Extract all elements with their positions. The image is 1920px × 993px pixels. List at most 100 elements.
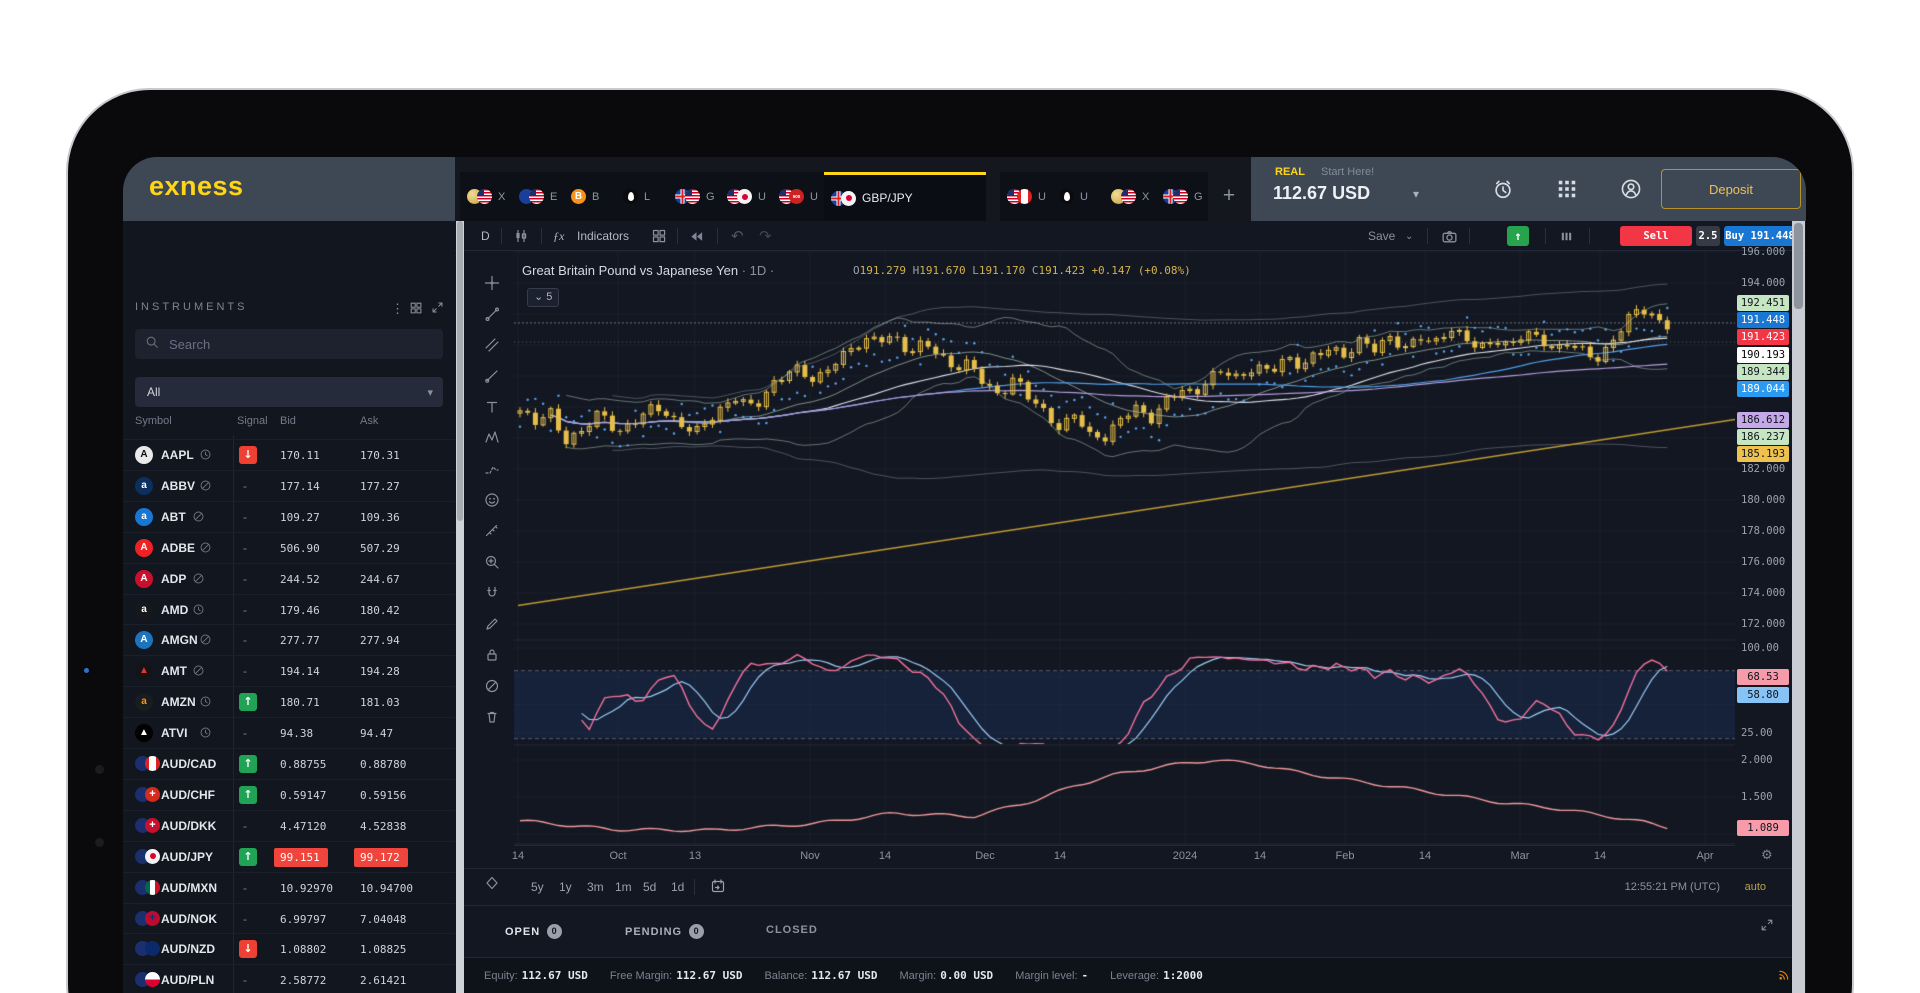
search-input[interactable] [167, 336, 411, 353]
expand-panel-icon[interactable] [1760, 918, 1774, 937]
news-feed-icon[interactable] [1777, 967, 1792, 987]
add-tab-button[interactable]: + [1215, 183, 1243, 211]
kebab-menu-icon[interactable]: ⋮ [391, 301, 404, 317]
timeframe-1d[interactable]: 1d [666, 878, 689, 896]
tab-gbp-2[interactable]: G [1156, 172, 1208, 221]
positions-tab-closed[interactable]: CLOSED [766, 924, 818, 936]
chart-type-icon[interactable] [513, 221, 529, 251]
filter-dropdown[interactable]: All ▾ [135, 377, 443, 407]
emoji-icon[interactable] [478, 486, 506, 514]
page-scrollbar[interactable] [1792, 221, 1805, 993]
redo-icon[interactable]: ↷ [759, 221, 772, 251]
instrument-row-audmxn[interactable]: AUD/MXN-10.9297010.94700 [123, 872, 455, 903]
instrument-row-audchf[interactable]: +AUD/CHF↑0.591470.59156 [123, 779, 455, 810]
save-chevron-icon[interactable]: ⌄ [1405, 221, 1413, 251]
positions-tab-open[interactable]: OPEN0 [505, 924, 562, 939]
instrument-row-abt[interactable]: aABT-109.27109.36 [123, 501, 455, 532]
deposit-button[interactable]: Deposit [1661, 169, 1801, 209]
view-grid-icon[interactable] [409, 301, 423, 320]
instrument-row-atvi[interactable]: ▲ATVI-94.3894.47 [123, 717, 455, 748]
buy-button[interactable]: Buy 191.448 [1724, 226, 1796, 246]
instrument-row-aapl[interactable]: AAAPL↓170.11170.31 [123, 439, 455, 470]
instrument-row-adp[interactable]: AADP-244.52244.67 [123, 563, 455, 594]
tab-us500[interactable]: 500U [772, 172, 824, 221]
brush-icon[interactable] [478, 362, 506, 390]
instrument-row-abbv[interactable]: aABBV-177.14177.27 [123, 470, 455, 501]
tab-oil-1[interactable]: L [616, 172, 668, 221]
axis-settings-gear-icon[interactable]: ⚙ [1761, 847, 1773, 863]
tab-eurusd[interactable]: E [512, 172, 564, 221]
interval-button[interactable]: D [481, 221, 490, 251]
delete-icon[interactable] [478, 703, 506, 731]
tab-usdcad[interactable]: U [1000, 172, 1052, 221]
timeframe-3m[interactable]: 3m [582, 878, 609, 896]
symbol-logo-icon: ▲ [135, 724, 153, 742]
forecast-icon[interactable] [478, 455, 506, 483]
instrument-row-audnok[interactable]: +AUD/NOK-6.997977.04048 [123, 903, 455, 934]
measure-icon[interactable] [478, 517, 506, 545]
panel-bars-icon[interactable] [1559, 221, 1574, 251]
replay-icon[interactable] [689, 221, 704, 251]
tab-gbpusd[interactable]: G [668, 172, 720, 221]
instrument-row-audpln[interactable]: AUD/PLN-2.587722.61421 [123, 964, 455, 993]
apps-grid-icon[interactable] [1556, 178, 1578, 200]
instrument-flag-icon [1059, 189, 1074, 204]
instrument-row-audnzd[interactable]: AUD/NZD↓1.088021.08825 [123, 933, 455, 964]
bezel-camera-dot [95, 838, 104, 847]
timeframe-5d[interactable]: 5d [638, 878, 661, 896]
price-badge: 190.193 [1737, 347, 1789, 363]
instrument-row-amgn[interactable]: AAMGN-277.77277.94 [123, 624, 455, 655]
auto-scale-toggle[interactable]: auto [1745, 881, 1766, 893]
instrument-tab-strip: XEBBLGU500UGBP/JPYUUXG [455, 157, 1251, 221]
timeframe-5y[interactable]: 5y [526, 878, 549, 896]
price-tick: 182.000 [1741, 463, 1785, 475]
indicators-button[interactable]: Indicators [577, 221, 629, 251]
column-symbol: Symbol [135, 415, 172, 427]
text-icon[interactable] [478, 393, 506, 421]
sidebar-scrollbar[interactable] [456, 221, 464, 993]
tab-xau-2[interactable]: X [1104, 172, 1156, 221]
undo-icon[interactable]: ↶ [731, 221, 744, 251]
layout-grid-icon[interactable] [651, 221, 667, 251]
ohlc-readout: O191.279 H191.670 L191.170 C191.423 +0.1… [853, 264, 1191, 277]
trend-line-icon[interactable] [478, 300, 506, 328]
instrument-row-adbe[interactable]: AADBE-506.90507.29 [123, 532, 455, 563]
instrument-row-audjpy[interactable]: AUD/JPY↑99.15199.172 [123, 841, 455, 872]
profile-icon[interactable] [1620, 178, 1642, 200]
timeframe-1y[interactable]: 1y [554, 878, 577, 896]
sell-button[interactable]: Sell 191.423 [1620, 226, 1692, 246]
fx-icon[interactable]: ƒx [553, 221, 564, 251]
lock-icon[interactable] [478, 641, 506, 669]
snapshot-camera-icon[interactable] [1441, 221, 1458, 251]
crosshair-icon[interactable] [478, 269, 506, 297]
tab-label: X [498, 191, 505, 203]
instrument-row-amzn[interactable]: aAMZN↑180.71181.03 [123, 686, 455, 717]
magnet-icon[interactable] [478, 579, 506, 607]
expand-sidebar-icon[interactable] [431, 301, 444, 319]
price-chart[interactable] [514, 251, 1735, 845]
alarm-icon[interactable] [1492, 178, 1514, 200]
instrument-row-auddkk[interactable]: +AUD/DKK-4.471204.52838 [123, 810, 455, 841]
instrument-row-audcad[interactable]: AUD/CAD↑0.887550.88780 [123, 748, 455, 779]
bar-replay-chip[interactable]: ⌄ 5 [527, 288, 559, 307]
instrument-row-amd[interactable]: aAMD-179.46180.42 [123, 594, 455, 625]
date-axis[interactable]: 14Oct13Nov14Dec14202414Feb14Mar14Apr [514, 845, 1735, 868]
draw-icon[interactable] [478, 610, 506, 638]
save-button[interactable]: Save [1368, 221, 1395, 251]
timeframe-1m[interactable]: 1m [610, 878, 637, 896]
tab-oil-2[interactable]: U [1052, 172, 1104, 221]
tab-xauusd[interactable]: X [460, 172, 512, 221]
instrument-row-amt[interactable]: ▲AMT-194.14194.28 [123, 655, 455, 686]
account-balance-dropdown[interactable]: 112.67 USD [1273, 183, 1370, 204]
xabcd-pattern-icon[interactable] [478, 424, 506, 452]
parallel-channel-icon[interactable] [478, 331, 506, 359]
positions-tab-pending[interactable]: PENDING0 [625, 924, 704, 939]
go-to-date-icon[interactable] [710, 878, 726, 899]
tab-gbpjpy[interactable]: GBP/JPY [824, 172, 986, 221]
zoom-in-icon[interactable] [478, 548, 506, 576]
tab-usdjpy[interactable]: U [720, 172, 772, 221]
hide-icon[interactable] [478, 672, 506, 700]
tab-btc[interactable]: BB [564, 172, 616, 221]
quick-trade-up-button[interactable]: ↑ [1507, 226, 1529, 246]
price-axis[interactable]: 196.000194.000184.000182.000180.000178.0… [1735, 251, 1792, 845]
